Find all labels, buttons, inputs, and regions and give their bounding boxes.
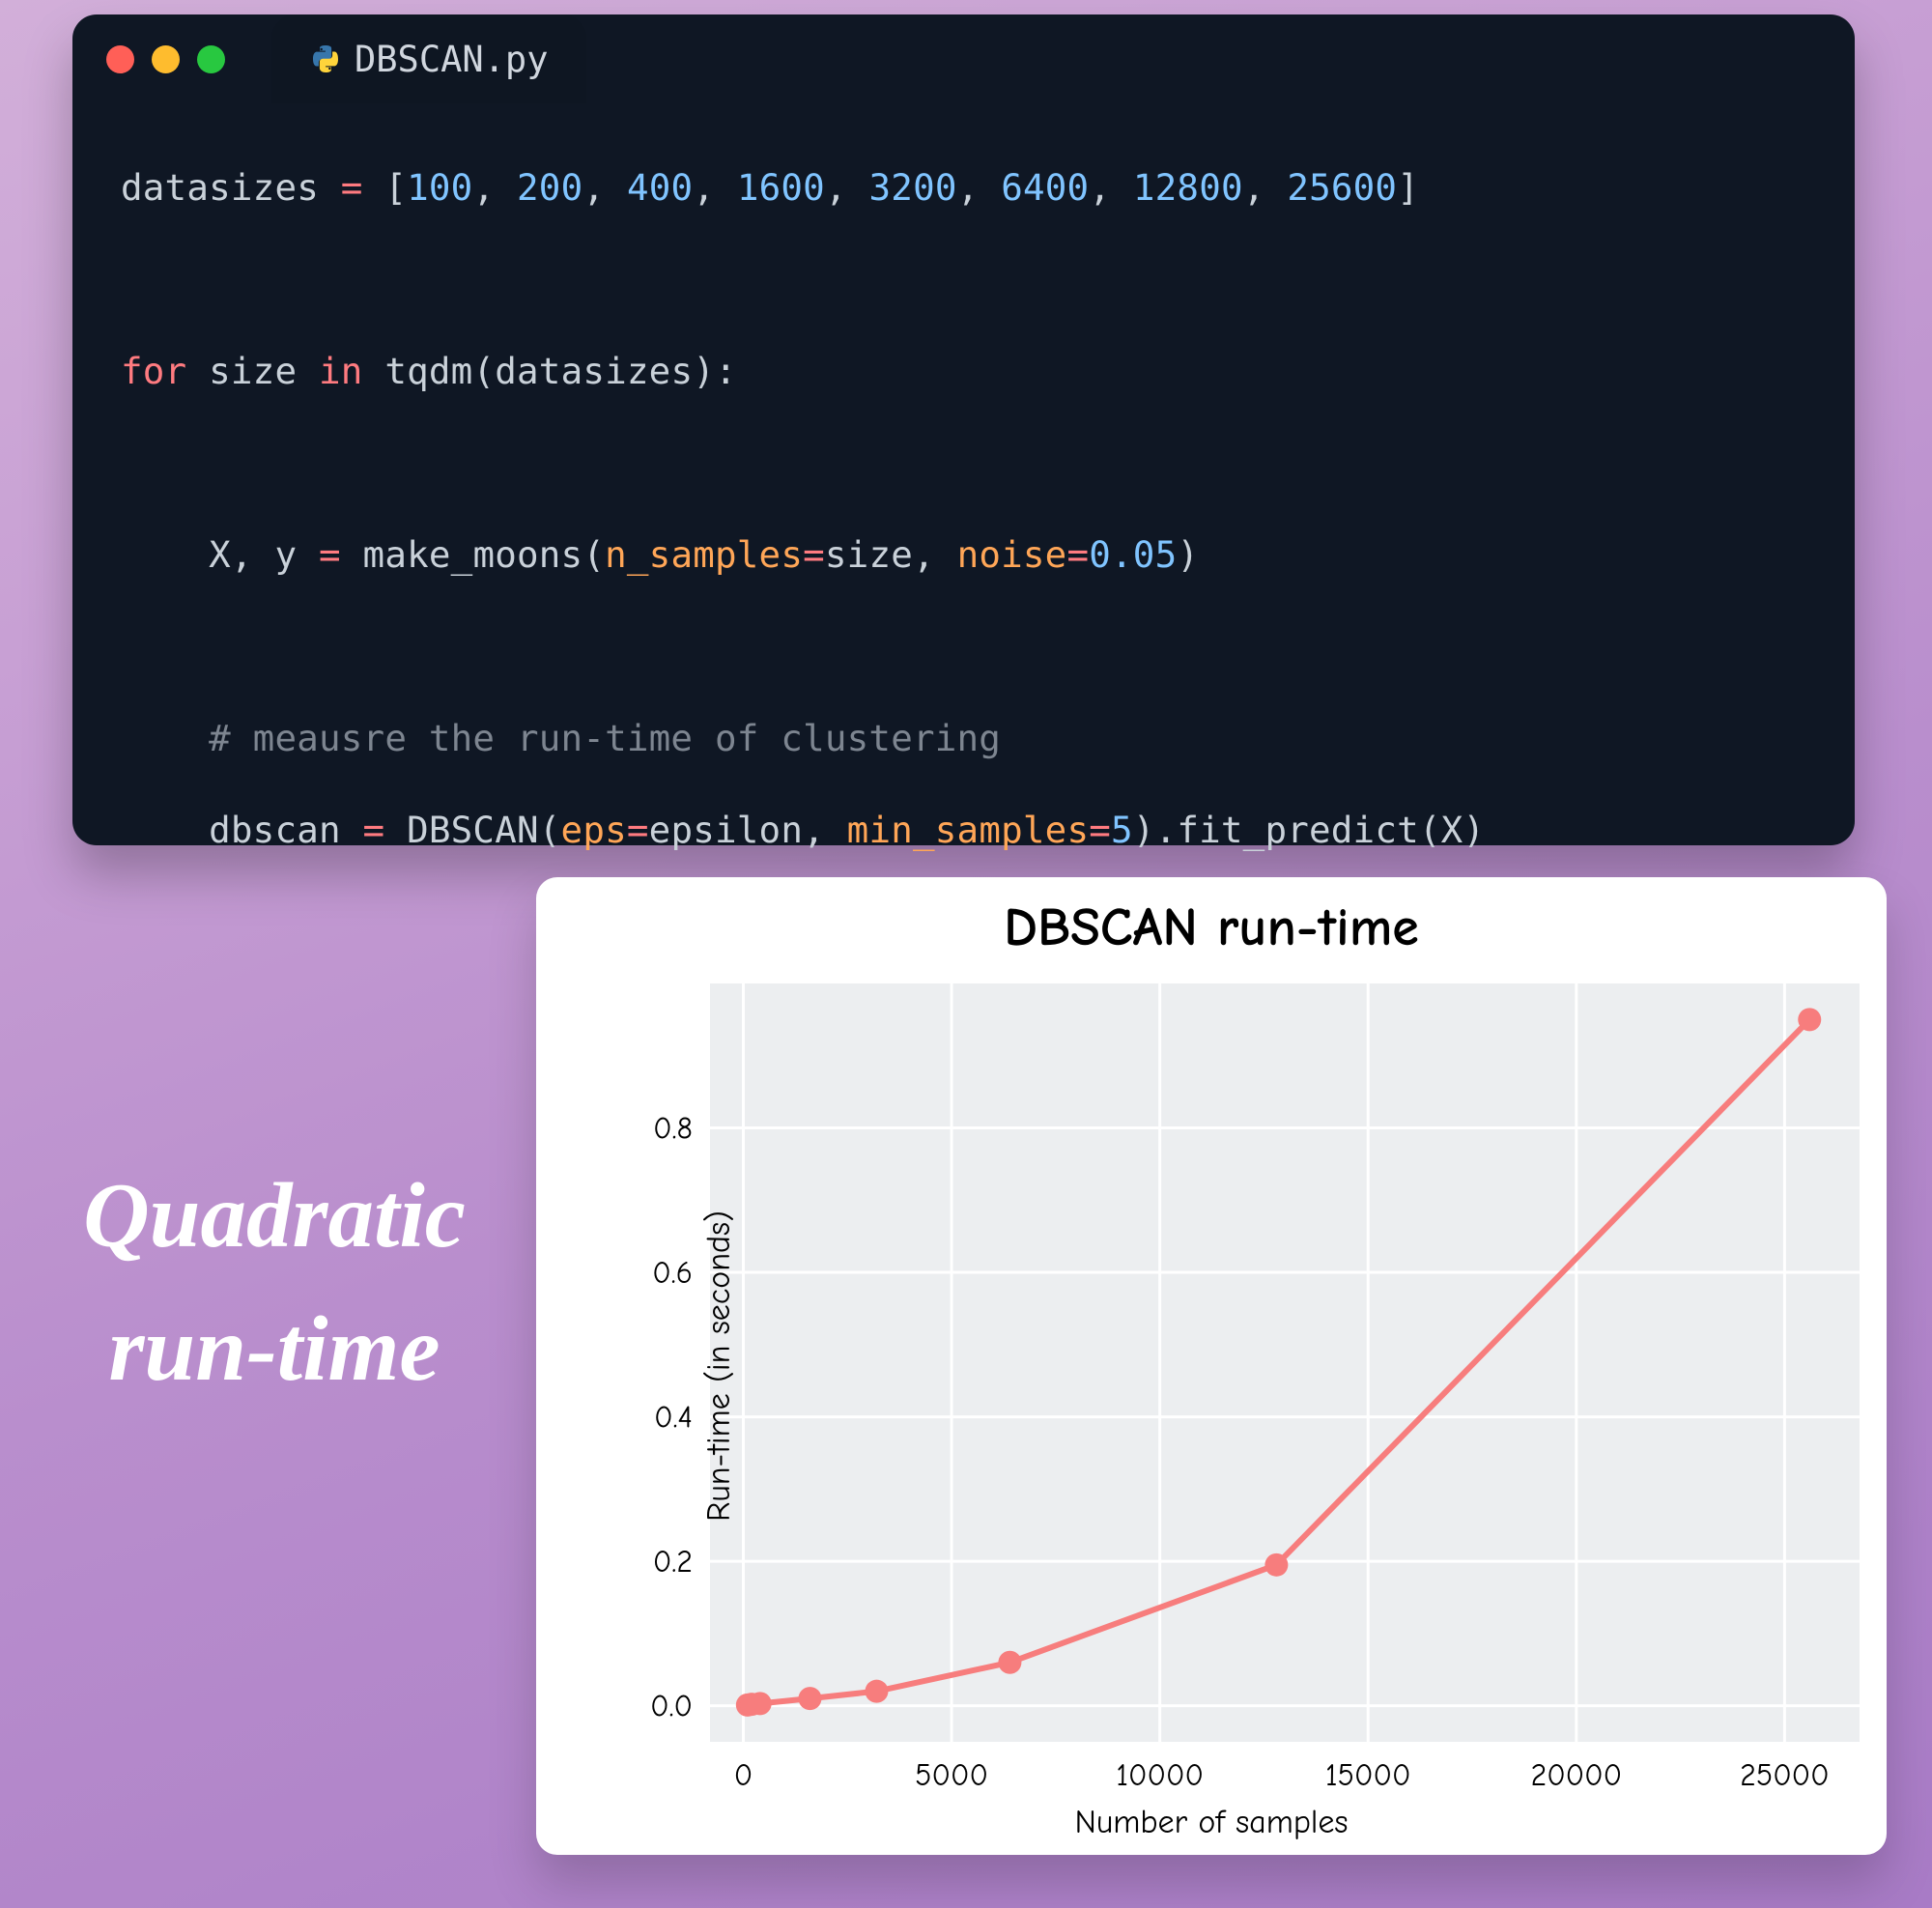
editor-titlebar: DBSCAN.py [72,14,1855,103]
zoom-dot-icon[interactable] [197,45,225,73]
chart-svg: 0 5000 10000 15000 20000 25000 0.0 0.2 0.4 0.6 0.8 [536,877,1887,1855]
close-dot-icon[interactable] [106,45,134,73]
code-editor-window: DBSCAN.py datasizes = [100, 200, 400, 16… [72,14,1855,845]
python-file-icon [310,43,341,74]
svg-text:5000: 5000 [915,1757,988,1793]
chart-panel: DBSCAN run-time 050001000015000200002500… [536,877,1887,1855]
svg-text:0: 0 [734,1757,753,1793]
svg-text:15000: 15000 [1325,1757,1410,1793]
editor-tab-filename: DBSCAN.py [355,39,548,80]
window-dots [106,45,225,73]
svg-text:0.2: 0.2 [653,1544,693,1580]
svg-text:25000: 25000 [1740,1757,1830,1793]
svg-text:0.0: 0.0 [650,1689,693,1724]
svg-text:0.8: 0.8 [653,1111,693,1147]
figure-caption: Quadratic run-time [23,1150,526,1416]
chart-ylabel: Run-time (in seconds) [699,1210,738,1522]
editor-tab[interactable]: DBSCAN.py [271,14,586,103]
chart-xlabel: Number of samples [536,1803,1887,1841]
svg-text:10000: 10000 [1116,1757,1204,1793]
svg-text:0.4: 0.4 [654,1400,693,1436]
svg-text:0.6: 0.6 [652,1255,693,1291]
minimize-dot-icon[interactable] [152,45,180,73]
svg-text:20000: 20000 [1530,1757,1622,1793]
code-content: datasizes = [100, 200, 400, 1600, 3200, … [72,103,1855,905]
